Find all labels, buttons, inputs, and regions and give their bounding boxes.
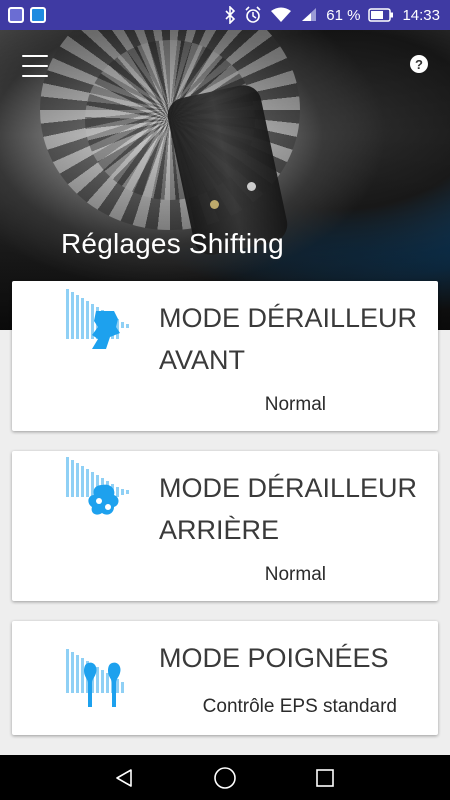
status-bar-notifications	[0, 7, 46, 23]
back-icon[interactable]	[111, 765, 137, 791]
home-icon[interactable]	[212, 765, 238, 791]
status-bar-system: 61 % 14:33	[224, 0, 440, 30]
shifter-mode-title: MODE POIGNÉES	[159, 643, 389, 673]
battery-icon	[368, 8, 394, 22]
status-bar: 61 % 14:33	[0, 0, 450, 30]
page-title: Réglages Shifting	[61, 228, 284, 259]
signal-icon	[300, 7, 318, 23]
shifter-mode-value: Contrôle EPS standard	[202, 696, 397, 717]
shifter-levers-icon	[64, 643, 134, 717]
hamburger-menu-icon[interactable]	[22, 55, 48, 77]
front-derailleur-mode-title: MODE DÉRAILLEUR AVANT	[159, 303, 418, 375]
wifi-icon	[270, 7, 292, 23]
gallery-notification-icon	[30, 7, 46, 23]
recent-apps-icon[interactable]	[312, 765, 338, 791]
front-derailleur-mode-value: Normal	[264, 394, 326, 415]
status-time: 14:33	[402, 6, 440, 24]
shifter-mode-card[interactable]: MODE POIGNÉES Contrôle EPS standard	[12, 621, 438, 735]
front-derailleur-mode-card[interactable]: MODE DÉRAILLEUR AVANT Normal	[12, 281, 438, 431]
alarm-icon	[244, 6, 262, 24]
app-notification-icon	[8, 7, 24, 23]
rear-derailleur-mode-value: Normal	[264, 564, 326, 585]
rear-derailleur-mode-title: MODE DÉRAILLEUR ARRIÈRE	[159, 473, 418, 545]
battery-percentage: 61 %	[326, 6, 361, 24]
rear-derailleur-mode-card[interactable]: MODE DÉRAILLEUR ARRIÈRE Normal	[12, 451, 438, 601]
front-derailleur-icon	[64, 281, 134, 355]
help-icon[interactable]: ?	[410, 55, 428, 73]
rear-derailleur-icon	[64, 451, 134, 525]
navigation-bar	[0, 755, 450, 800]
bluetooth-icon	[224, 6, 236, 24]
